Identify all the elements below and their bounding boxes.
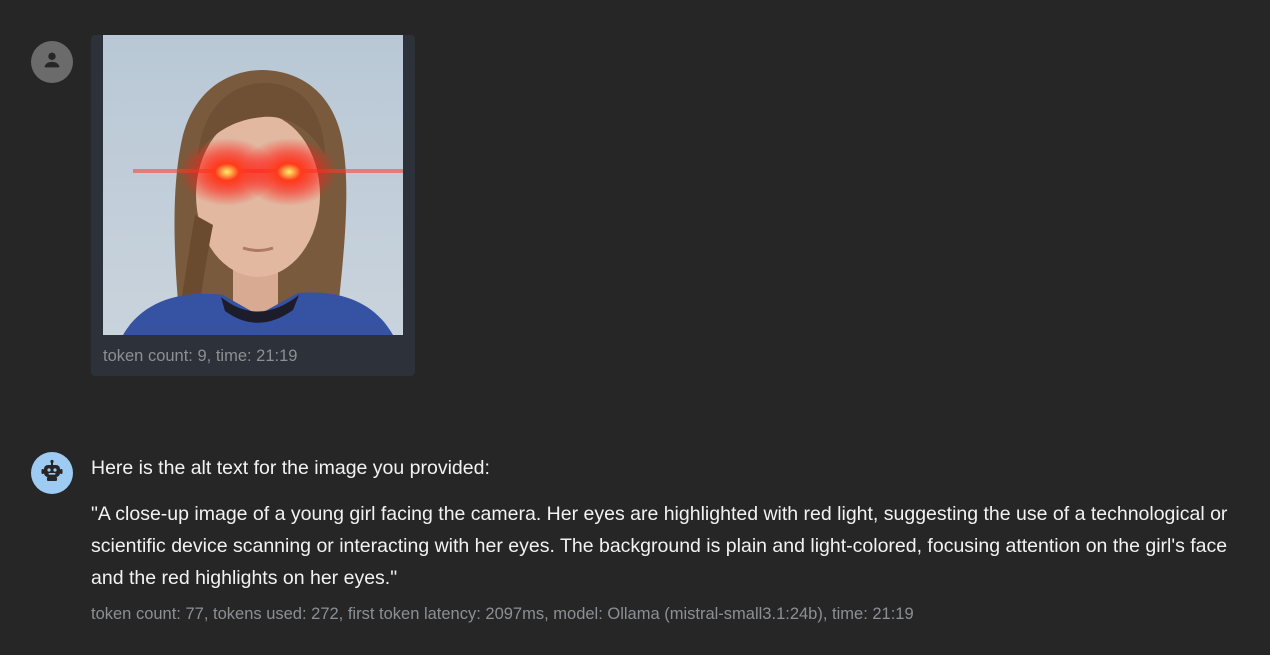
assistant-message-intro: Here is the alt text for the image you p… [91, 457, 490, 479]
user-message-bubble: token count: 9, time: 21:19 [91, 35, 415, 376]
user-message-meta: token count: 9, time: 21:19 [103, 347, 298, 365]
robot-icon [40, 459, 64, 488]
person-icon [41, 49, 63, 76]
assistant-message: Here is the alt text for the image you p… [91, 455, 1261, 594]
user-avatar [31, 41, 73, 83]
attached-photo[interactable] [103, 35, 403, 335]
chat-transcript: token count: 9, time: 21:19 Here is the … [0, 0, 1270, 655]
assistant-message-meta: token count: 77, tokens used: 272, first… [91, 605, 914, 623]
assistant-message-body: "A close-up image of a young girl facing… [91, 503, 1228, 589]
assistant-avatar [31, 452, 73, 494]
